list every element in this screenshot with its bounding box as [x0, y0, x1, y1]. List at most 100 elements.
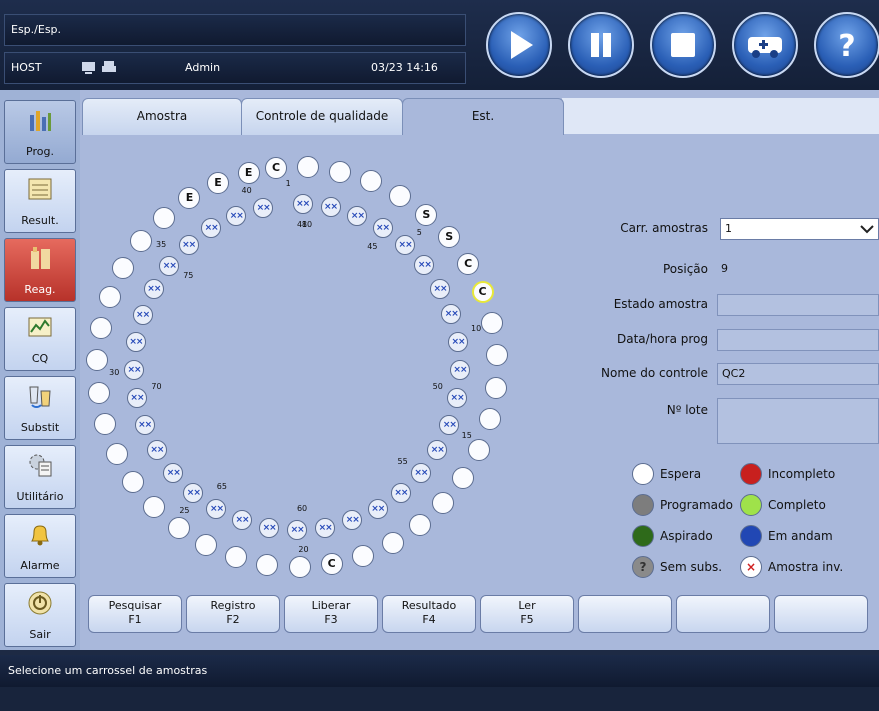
carousel-inner-position[interactable]: ××: [259, 517, 280, 538]
carousel-position[interactable]: [329, 160, 352, 183]
emergency-button[interactable]: [732, 12, 798, 78]
nav-item-utilitario[interactable]: Utilitário: [4, 445, 76, 509]
carousel-position[interactable]: C: [471, 281, 494, 304]
carousel-position[interactable]: S: [438, 226, 461, 249]
nav-item-reag[interactable]: Reag.: [4, 238, 76, 302]
carousel-inner-position[interactable]: ××: [292, 194, 313, 215]
carousel-inner-position[interactable]: ××: [315, 517, 336, 538]
carousel-inner-position[interactable]: ××: [395, 235, 416, 255]
carousel-inner-position[interactable]: ××: [134, 415, 155, 436]
carousel-position[interactable]: [94, 413, 117, 436]
carousel-position[interactable]: [106, 443, 129, 466]
carousel-inner-position[interactable]: ××: [429, 278, 450, 299]
carousel-inner-position[interactable]: ××: [447, 387, 468, 408]
carousel-inner-position[interactable]: ××: [441, 304, 462, 325]
carousel-inner-position[interactable]: ××: [347, 205, 368, 226]
carousel-position[interactable]: E: [178, 187, 201, 210]
carousel-position[interactable]: [432, 492, 455, 515]
carousel-inner-position[interactable]: ××: [439, 414, 460, 435]
liberar-button[interactable]: Liberar F3: [284, 595, 378, 633]
carousel-position[interactable]: [389, 184, 412, 207]
carousel-position[interactable]: [152, 206, 175, 229]
carousel-position[interactable]: [452, 466, 475, 489]
ler-button[interactable]: Ler F5: [480, 595, 574, 633]
carousel-position[interactable]: [122, 471, 145, 494]
carousel-inner-position[interactable]: ××: [410, 462, 431, 483]
chevron-down-icon[interactable]: [856, 219, 878, 239]
tab-est[interactable]: Est.: [402, 98, 564, 135]
carousel-inner-position[interactable]: ××: [124, 360, 145, 381]
carousel-position[interactable]: [408, 514, 431, 537]
carousel-position[interactable]: [288, 555, 311, 578]
carousel-inner-position[interactable]: ××: [390, 482, 411, 503]
carousel-inner-position[interactable]: ××: [125, 332, 146, 353]
carousel-position[interactable]: [351, 544, 374, 567]
carousel-inner-position[interactable]: ××: [449, 359, 470, 380]
carousel-position[interactable]: [224, 546, 247, 569]
carousel-inner-position[interactable]: ××: [232, 510, 252, 531]
carousel-position[interactable]: E: [237, 161, 260, 184]
carousel-inner-position[interactable]: ××: [342, 510, 363, 531]
registro-button[interactable]: Registro F2: [186, 595, 280, 633]
carousel-inner-position[interactable]: ××: [163, 463, 184, 484]
carousel-position[interactable]: [297, 156, 320, 179]
carousel-position[interactable]: [479, 408, 502, 431]
carousel-inner-position[interactable]: ××: [132, 304, 153, 325]
carousel-inner-position[interactable]: ××: [201, 218, 222, 239]
carousel-position[interactable]: C: [265, 157, 288, 180]
carousel-inner-position[interactable]: ××: [287, 519, 308, 540]
carousel-inner-position[interactable]: ××: [372, 218, 393, 239]
carousel-inner-position[interactable]: ××: [414, 255, 435, 276]
carousel-inner-position[interactable]: ××: [206, 498, 227, 519]
play-button[interactable]: [486, 12, 552, 78]
carousel-inner-position[interactable]: ××: [159, 255, 180, 276]
carousel-position[interactable]: [484, 376, 507, 399]
carousel-position[interactable]: [143, 495, 166, 518]
carousel-position[interactable]: [468, 438, 491, 461]
carousel-position[interactable]: [167, 517, 190, 540]
carousel-position[interactable]: C: [457, 252, 480, 275]
carousel-inner-position[interactable]: ××: [126, 388, 147, 409]
blank-1-button[interactable]: [578, 595, 672, 633]
carousel-inner-position[interactable]: ××: [183, 482, 204, 503]
carousel-position[interactable]: [86, 349, 109, 372]
carousel-position[interactable]: [381, 531, 404, 554]
blank-3-button[interactable]: [774, 595, 868, 633]
carousel-inner-position[interactable]: ××: [448, 331, 469, 352]
nav-item-prog[interactable]: Prog.: [4, 100, 76, 164]
carousel-inner-position[interactable]: ××: [226, 205, 247, 226]
nav-item-cq[interactable]: CQ: [4, 307, 76, 371]
nav-item-alarme[interactable]: Alarme: [4, 514, 76, 578]
carousel-position[interactable]: [98, 286, 121, 309]
tab-amostra[interactable]: Amostra: [82, 98, 242, 135]
carousel-position[interactable]: [87, 381, 110, 404]
carousel-position[interactable]: [195, 534, 218, 557]
carousel-position[interactable]: C: [320, 552, 343, 575]
pause-button[interactable]: [568, 12, 634, 78]
pesquisar-button[interactable]: Pesquisar F1: [88, 595, 182, 633]
nav-item-sair[interactable]: Sair: [4, 583, 76, 647]
carousel-inner-position[interactable]: ××: [143, 279, 164, 300]
carousel-inner-position[interactable]: ××: [146, 440, 167, 461]
stop-button[interactable]: [650, 12, 716, 78]
resultado-button[interactable]: Resultado F4: [382, 595, 476, 633]
help-button[interactable]: ?: [814, 12, 879, 78]
carousel-position[interactable]: [89, 317, 112, 340]
carousel-inner-position[interactable]: ××: [178, 235, 199, 256]
carousel-inner-position[interactable]: ××: [427, 440, 448, 461]
carousel-position[interactable]: [112, 256, 135, 279]
carousel-position[interactable]: E: [207, 172, 229, 195]
carousel-position[interactable]: [485, 344, 508, 367]
tab-controle-qualidade[interactable]: Controle de qualidade: [241, 98, 403, 135]
nav-item-result[interactable]: Result.: [4, 169, 76, 233]
carousel-inner-position[interactable]: ××: [367, 498, 388, 519]
carousel-position[interactable]: [481, 312, 504, 335]
carousel-inner-position[interactable]: ××: [320, 197, 341, 218]
carousel-position[interactable]: [256, 553, 279, 576]
nav-item-substit[interactable]: Substit: [4, 376, 76, 440]
carousel-position[interactable]: [360, 170, 383, 193]
carousel-position[interactable]: S: [415, 203, 438, 226]
carr-amostras-select[interactable]: 1: [720, 218, 879, 240]
carousel-inner-position[interactable]: ××: [253, 197, 274, 218]
carousel-position[interactable]: [130, 230, 153, 253]
